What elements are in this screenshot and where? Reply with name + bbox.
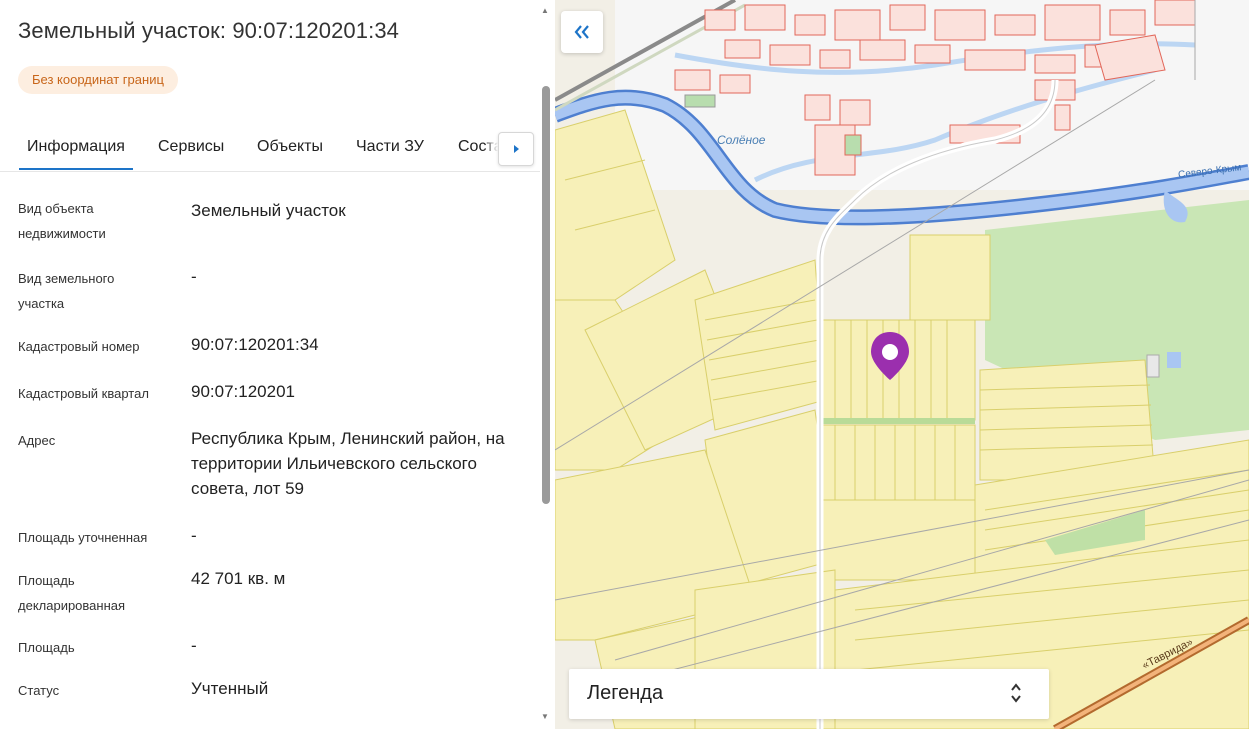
tab-services[interactable]: Сервисы <box>158 138 224 156</box>
tab-info[interactable]: Информация <box>19 138 133 170</box>
property-label: Кадастровый номер <box>18 339 140 354</box>
property-label: Вид объекта недвижимости <box>18 201 106 241</box>
property-label: Площадь уточненная <box>18 530 148 545</box>
tab-bar: Информация Сервисы Объекты Части ЗУ Сост… <box>0 128 540 172</box>
property-value: 90:07:120201 <box>191 382 295 401</box>
collapse-panel-button[interactable] <box>561 11 603 53</box>
map-canvas[interactable] <box>555 0 1249 729</box>
tabs-next-button[interactable] <box>498 132 534 166</box>
legend-dropdown[interactable]: Легенда <box>569 669 1049 719</box>
property-label: Статус <box>18 683 60 698</box>
property-label: Кадастровый квартал <box>18 386 149 401</box>
property-value: 42 701 кв. м <box>191 569 286 588</box>
status-badge: Без координат границ <box>18 66 178 94</box>
property-value: - <box>191 267 197 286</box>
property-label: Адрес <box>18 433 56 448</box>
property-value: 90:07:120201:34 <box>191 335 319 354</box>
tab-objects[interactable]: Объекты <box>257 138 323 156</box>
cadastral-map[interactable]: Солёное Северо-Крым «Таврида» <box>555 0 1249 729</box>
property-label: Вид земельного участка <box>18 271 115 311</box>
map-place-label: Солёное <box>717 133 766 147</box>
tab-fade <box>484 128 498 170</box>
property-value: - <box>191 526 197 545</box>
double-chevron-left-icon <box>574 25 589 39</box>
page-title: Земельный участок: 90:07:120201:34 <box>18 18 399 43</box>
scroll-down-arrow-icon[interactable]: ▼ <box>541 712 549 721</box>
chevron-up-down-icon <box>1011 683 1021 703</box>
property-value: Республика Крым, Ленинский район, на тер… <box>191 429 505 498</box>
scrollbar-thumb[interactable] <box>542 86 550 504</box>
property-label: Площадь декларированная <box>18 573 126 613</box>
legend-label: Легенда <box>587 682 664 704</box>
property-value: - <box>191 636 197 655</box>
tab-parts[interactable]: Части ЗУ <box>356 138 424 156</box>
property-value: Учтенный <box>191 679 269 698</box>
object-info-panel: Земельный участок: 90:07:120201:34 Без к… <box>0 0 555 729</box>
chevron-right-icon <box>514 145 519 153</box>
scroll-up-arrow-icon[interactable]: ▲ <box>541 6 549 15</box>
property-value: Земельный участок <box>191 201 346 220</box>
property-label: Площадь <box>18 640 75 655</box>
